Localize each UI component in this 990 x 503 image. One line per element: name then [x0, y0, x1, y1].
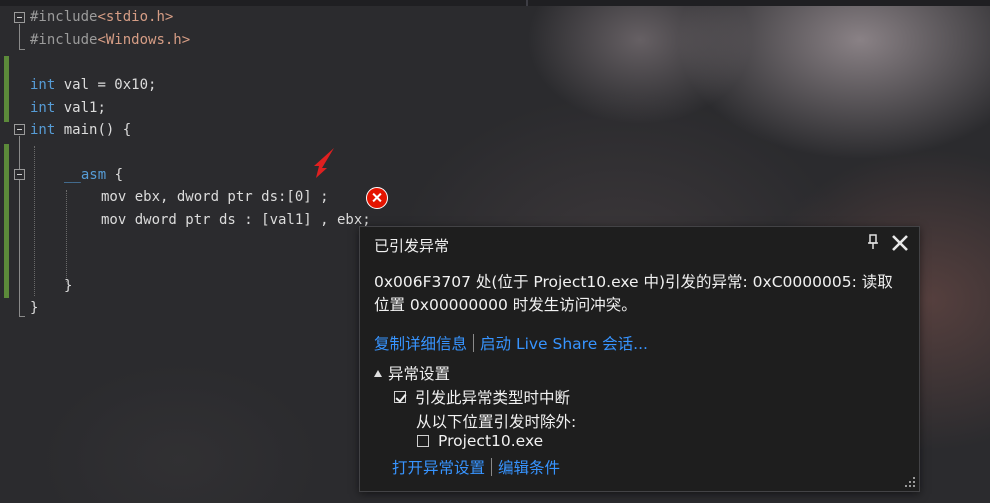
live-share-link[interactable]: 启动 Live Share 会话... — [480, 335, 648, 353]
open-exception-settings-link[interactable]: 打开异常设置 — [392, 459, 485, 477]
break-on-exception-checkbox[interactable] — [394, 391, 406, 403]
code-line-5[interactable]: int val1; — [30, 97, 106, 119]
pin-icon[interactable] — [866, 233, 880, 251]
module-exclusion-checkbox[interactable] — [417, 435, 429, 447]
resize-grip-icon[interactable] — [904, 476, 916, 488]
fold-toggle-include[interactable] — [14, 12, 25, 23]
module-exclusion-row[interactable]: Project10.exe — [417, 432, 543, 450]
exception-message: 0x006F3707 处(位于 Project10.exe 中)引发的异常: 0… — [374, 273, 893, 314]
exception-settings-toggle[interactable]: 异常设置 — [374, 362, 450, 384]
break-on-exception-row[interactable]: 引发此异常类型时中断 — [394, 386, 570, 408]
code-line-4[interactable]: int val = 0x10; — [30, 74, 156, 96]
code-line-13[interactable]: } — [64, 275, 72, 297]
popup-title: 已引发异常 — [374, 237, 450, 255]
change-indicator — [4, 56, 9, 122]
code-line-14[interactable]: } — [30, 297, 38, 319]
fold-toggle-main[interactable] — [14, 124, 25, 135]
close-icon[interactable] — [890, 233, 910, 253]
edit-conditions-link[interactable]: 编辑条件 — [498, 459, 560, 477]
code-line-10[interactable]: mov dword ptr ds : [val1] , ebx; — [101, 209, 371, 231]
red-arrow-icon — [314, 148, 334, 178]
exception-popup: 已引发异常 0x006F3707 处(位于 Project10.exe 中)引发… — [359, 226, 920, 492]
copy-details-link[interactable]: 复制详细信息 — [374, 335, 467, 353]
code-line-9[interactable]: mov ebx, dword ptr ds:[0] ; — [101, 186, 329, 208]
error-circle-x-icon[interactable] — [366, 187, 388, 209]
code-line-2[interactable]: #include<Windows.h> — [30, 29, 190, 51]
code-line-6[interactable]: int main() { — [30, 119, 131, 141]
change-indicator — [4, 144, 9, 298]
settings-actions: 打开异常设置 编辑条件 — [392, 456, 560, 478]
code-line-1[interactable]: #include<stdio.h> — [30, 6, 173, 28]
popup-actions: 复制详细信息 启动 Live Share 会话... — [374, 332, 648, 354]
code-line-8[interactable]: __asm { — [64, 164, 123, 186]
collapse-triangle-icon — [374, 370, 382, 377]
except-from-label: 从以下位置引发时除外: — [416, 413, 577, 431]
fold-toggle-asm[interactable] — [14, 169, 25, 180]
